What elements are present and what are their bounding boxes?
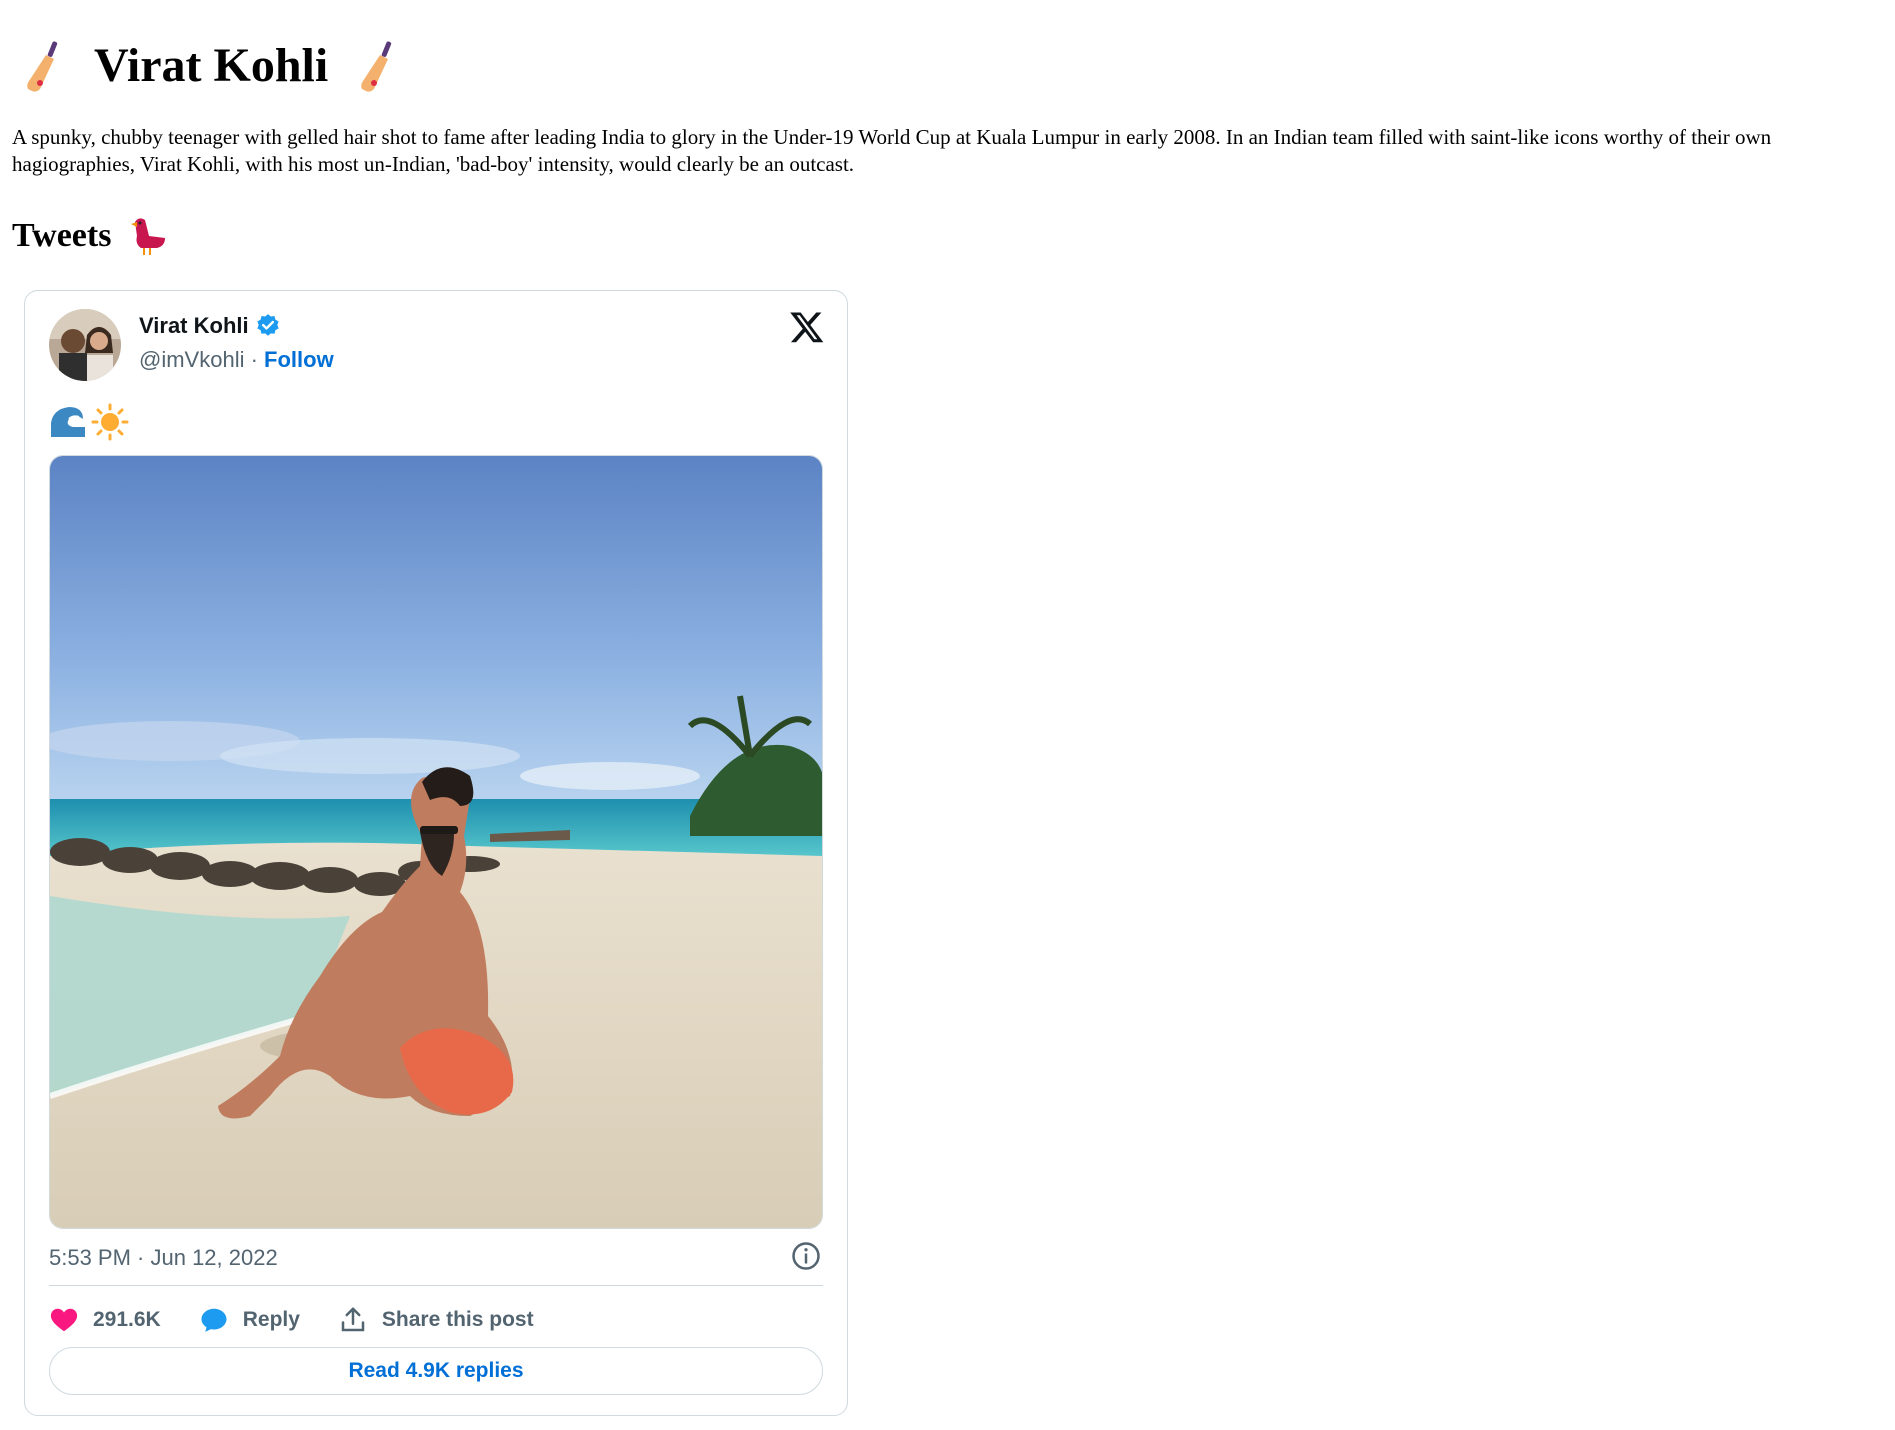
bird-icon [131,218,166,255]
share-button[interactable]: Share this post [338,1305,534,1335]
tweets-heading: Tweets [12,214,169,258]
cricket-bat-icon [361,40,392,92]
divider [49,1285,823,1286]
author-name-row: Virat Kohli [139,313,281,339]
read-replies-button[interactable]: Read 4.9K replies [49,1347,823,1395]
reply-label: Reply [242,1308,300,1331]
heart-icon [50,1308,78,1332]
speech-bubble-icon [201,1308,227,1332]
sun-icon [91,403,129,441]
bio-paragraph: A spunky, chubby teenager with gelled ha… [12,125,1772,176]
share-icon [341,1307,365,1332]
follow-link[interactable]: Follow [264,347,334,372]
tweet-timestamp[interactable]: 5:53 PM · Jun 12, 2022 [49,1245,278,1271]
tweet-photo[interactable] [49,455,823,1229]
tweet-text [49,403,129,441]
page-title: Virat Kohli [24,38,398,93]
handle-separator: · [244,347,265,372]
verified-badge-icon [257,314,279,336]
author-name[interactable]: Virat Kohli [139,313,249,339]
like-button[interactable]: 291.6K [49,1305,161,1335]
handle-row: @imVkohli · Follow [139,347,334,373]
x-logo-icon[interactable] [789,309,825,345]
like-count: 291.6K [93,1308,161,1331]
page-title-text: Virat Kohli [94,39,329,92]
wave-icon [51,407,85,437]
cricket-bat-icon [27,40,58,92]
share-label: Share this post [381,1308,534,1331]
author-handle[interactable]: @imVkohli [139,347,244,372]
reply-button[interactable]: Reply [199,1305,300,1335]
avatar[interactable] [49,309,121,381]
tweet-card[interactable]: Virat Kohli @imVkohli · Follow 5:53 PM ·… [24,290,848,1416]
info-icon[interactable] [791,1241,821,1271]
tweet-actions: 291.6K Reply Share this post [49,1305,572,1335]
tweets-heading-text: Tweets [12,217,112,254]
